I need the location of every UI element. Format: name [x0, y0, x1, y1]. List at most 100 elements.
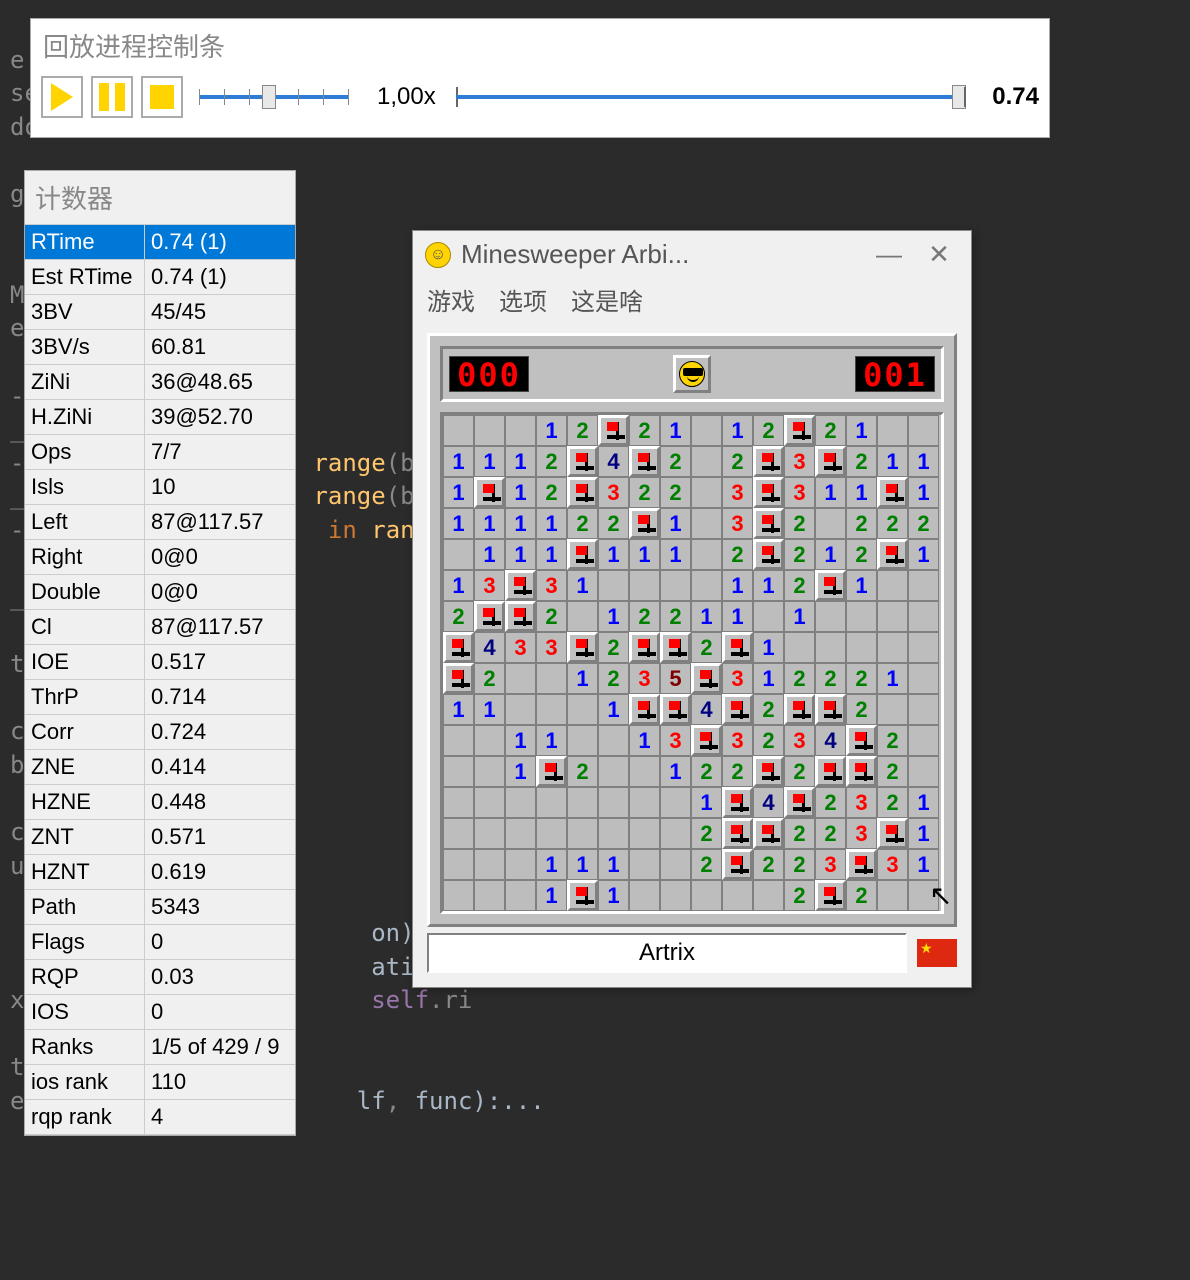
pause-button[interactable] — [91, 76, 133, 118]
cell[interactable]: 2 — [815, 415, 846, 446]
cell[interactable]: 1 — [536, 415, 567, 446]
cell[interactable] — [443, 880, 474, 911]
cell[interactable] — [505, 663, 536, 694]
cell[interactable]: 1 — [474, 508, 505, 539]
cell[interactable] — [536, 756, 567, 787]
cell[interactable]: 1 — [536, 539, 567, 570]
cell[interactable] — [567, 446, 598, 477]
cell[interactable]: 1 — [722, 601, 753, 632]
cell[interactable]: 1 — [846, 477, 877, 508]
cell[interactable] — [660, 787, 691, 818]
cell[interactable] — [629, 632, 660, 663]
counter-row[interactable]: Right0@0 — [25, 540, 295, 575]
cell[interactable] — [722, 694, 753, 725]
cell[interactable]: 3 — [722, 508, 753, 539]
cell[interactable] — [629, 880, 660, 911]
cell[interactable]: 1 — [846, 415, 877, 446]
cell[interactable] — [567, 601, 598, 632]
counter-row[interactable]: Left87@117.57 — [25, 505, 295, 540]
cell[interactable]: 2 — [877, 725, 908, 756]
cell[interactable]: 2 — [784, 756, 815, 787]
cell[interactable]: 1 — [753, 570, 784, 601]
menu-game[interactable]: 游戏 — [427, 282, 475, 317]
cell[interactable]: 3 — [660, 725, 691, 756]
cell[interactable] — [784, 632, 815, 663]
cell[interactable]: 1 — [443, 694, 474, 725]
minimize-button[interactable]: — — [869, 239, 909, 270]
cell[interactable]: 3 — [784, 477, 815, 508]
cell[interactable]: 2 — [722, 446, 753, 477]
cell[interactable] — [877, 601, 908, 632]
cell[interactable] — [846, 632, 877, 663]
cell[interactable]: 2 — [877, 508, 908, 539]
cell[interactable]: 3 — [598, 477, 629, 508]
cell[interactable]: 1 — [660, 508, 691, 539]
cell[interactable] — [784, 787, 815, 818]
cell[interactable]: 2 — [784, 539, 815, 570]
cell[interactable]: 4 — [474, 632, 505, 663]
cell[interactable] — [660, 880, 691, 911]
cell[interactable]: 2 — [877, 756, 908, 787]
play-button[interactable] — [41, 76, 83, 118]
cell[interactable] — [908, 756, 939, 787]
cell[interactable] — [691, 539, 722, 570]
counter-row[interactable]: RTime0.74 (1) — [25, 225, 295, 260]
cell[interactable] — [474, 849, 505, 880]
cell[interactable] — [815, 756, 846, 787]
cell[interactable]: 1 — [753, 663, 784, 694]
cell[interactable]: 3 — [722, 725, 753, 756]
cell[interactable]: 1 — [753, 632, 784, 663]
cell[interactable] — [815, 601, 846, 632]
cell[interactable] — [629, 508, 660, 539]
counter-row[interactable]: ZiNi36@48.65 — [25, 365, 295, 400]
cell[interactable] — [443, 632, 474, 663]
cell[interactable] — [660, 632, 691, 663]
cell[interactable]: 2 — [753, 415, 784, 446]
cell[interactable]: 3 — [877, 849, 908, 880]
cell[interactable]: 1 — [443, 570, 474, 601]
cell[interactable] — [443, 756, 474, 787]
cell[interactable]: 1 — [505, 508, 536, 539]
counter-row[interactable]: Ops7/7 — [25, 435, 295, 470]
cell[interactable] — [722, 818, 753, 849]
cell[interactable]: 1 — [877, 446, 908, 477]
counter-row[interactable]: Cl87@117.57 — [25, 610, 295, 645]
cell[interactable] — [846, 756, 877, 787]
cell[interactable] — [660, 818, 691, 849]
counter-row[interactable]: HZNT0.619 — [25, 855, 295, 890]
cell[interactable] — [877, 477, 908, 508]
cell[interactable]: 3 — [722, 477, 753, 508]
cell[interactable]: 2 — [784, 818, 815, 849]
speed-slider[interactable] — [199, 77, 349, 117]
cell[interactable] — [877, 632, 908, 663]
cell[interactable]: 1 — [536, 508, 567, 539]
cell[interactable] — [815, 570, 846, 601]
cell[interactable] — [691, 446, 722, 477]
cell[interactable] — [567, 694, 598, 725]
cell[interactable]: 2 — [567, 415, 598, 446]
cell[interactable]: 1 — [474, 694, 505, 725]
minefield[interactable]: 1221122111124223211112322331111111221322… — [440, 412, 944, 914]
cell[interactable] — [691, 415, 722, 446]
cell[interactable] — [784, 415, 815, 446]
cell[interactable] — [877, 570, 908, 601]
cell[interactable]: 2 — [691, 756, 722, 787]
cell[interactable]: 1 — [505, 539, 536, 570]
cell[interactable] — [505, 570, 536, 601]
cell[interactable] — [815, 508, 846, 539]
cell[interactable] — [536, 663, 567, 694]
cell[interactable]: 2 — [877, 787, 908, 818]
cell[interactable]: 1 — [443, 477, 474, 508]
cell[interactable] — [629, 787, 660, 818]
cell[interactable]: 3 — [846, 787, 877, 818]
cell[interactable] — [598, 818, 629, 849]
cell[interactable]: 1 — [505, 725, 536, 756]
cell[interactable]: 1 — [629, 539, 660, 570]
cell[interactable] — [598, 756, 629, 787]
cell[interactable] — [660, 694, 691, 725]
cell[interactable]: 1 — [815, 539, 846, 570]
cell[interactable] — [753, 601, 784, 632]
cell[interactable]: 1 — [567, 663, 598, 694]
cell[interactable]: 3 — [629, 663, 660, 694]
cell[interactable]: 1 — [908, 818, 939, 849]
